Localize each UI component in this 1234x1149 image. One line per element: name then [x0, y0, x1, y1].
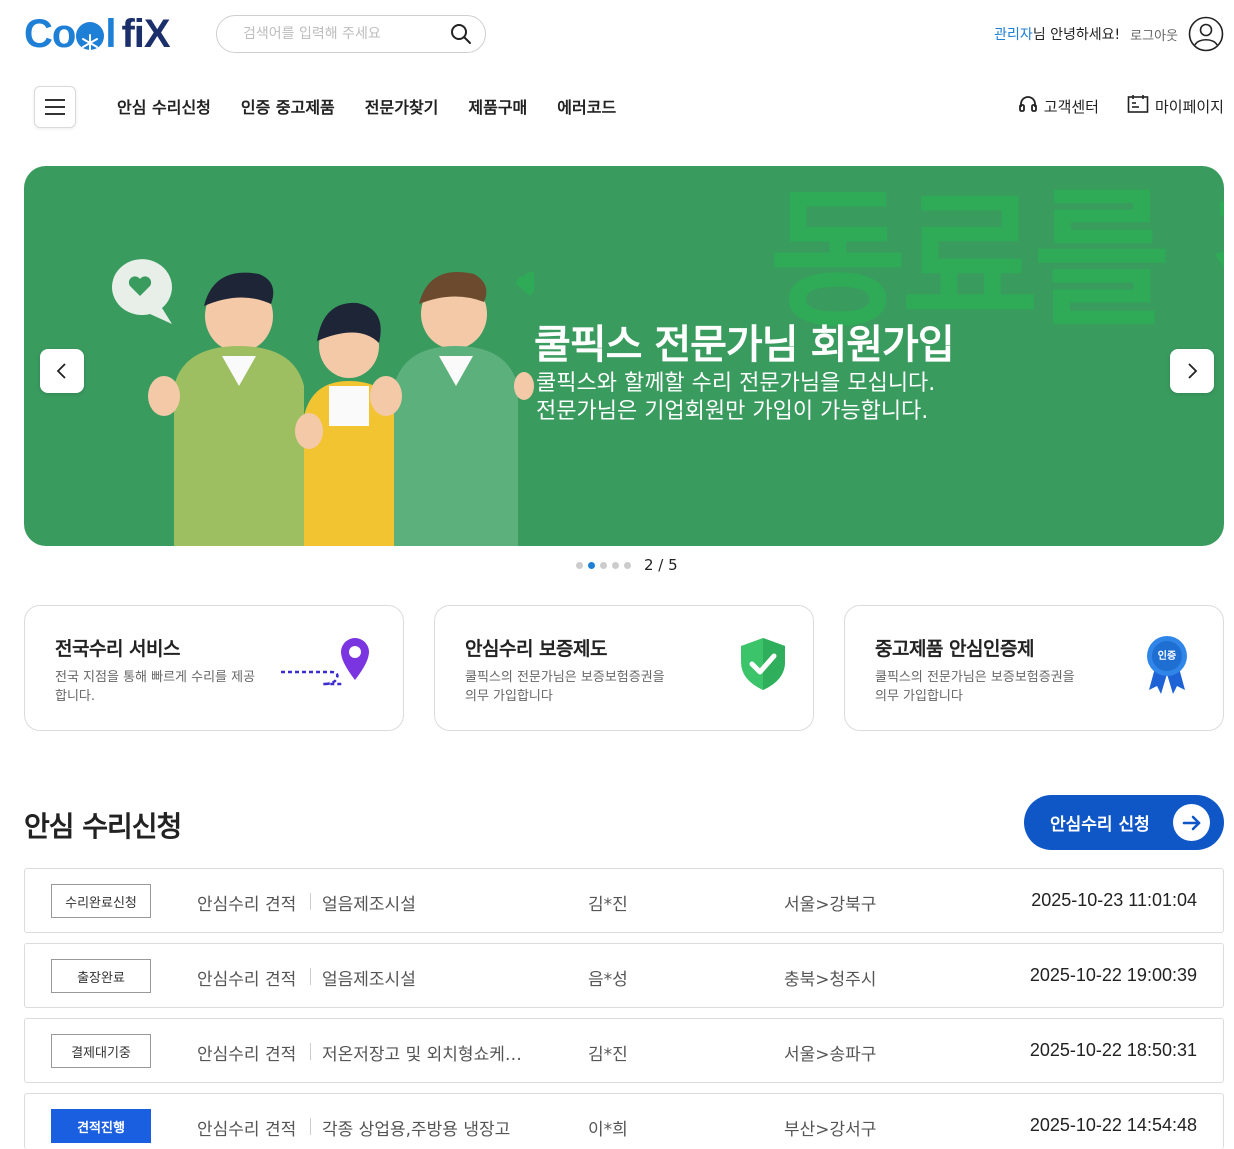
region: 부산>강서구: [784, 1120, 877, 1140]
feature-title: 전국수리 서비스: [55, 638, 180, 660]
status-badge: 결제대기중: [51, 1034, 151, 1068]
shield-check-icon: [741, 638, 785, 690]
location-pin-icon: [281, 638, 369, 686]
table-row[interactable]: 수리완료신청 안심수리 견적 얼음제조시설 김*진 서울>강북구 2025-10…: [24, 868, 1224, 933]
repair-item: 얼음제조시설: [322, 895, 416, 915]
customer-name: 음*성: [588, 970, 628, 990]
banner-prev-button[interactable]: [40, 349, 84, 393]
user-area: 관리자 님 안녕하세요! 로그아웃: [994, 15, 1224, 53]
feature-desc: 쿨픽스의 전문가님은 보증보험증권을 의무 가입합니다: [875, 670, 1075, 704]
customer-name: 김*진: [588, 1045, 628, 1065]
chevron-right-icon: [1188, 363, 1198, 379]
feature-card-nationwide: 전국수리 서비스 전국 지점을 통해 빠르게 수리를 제공합니다.: [24, 605, 404, 731]
customer-center-label: 고객센터: [1043, 97, 1099, 116]
certified-badge-icon: 인증: [1143, 634, 1191, 694]
repair-item: 얼음제조시설: [322, 970, 416, 990]
apply-repair-button[interactable]: 안심수리 신청: [1024, 795, 1224, 850]
request-date: 2025-10-22 19:00:39: [1029, 965, 1197, 985]
divider: [310, 1043, 311, 1060]
feature-desc: 전국 지점을 통해 빠르게 수리를 제공합니다.: [55, 670, 256, 704]
hamburger-icon[interactable]: [34, 86, 76, 128]
pager-dot[interactable]: [600, 561, 607, 569]
request-date: 2025-10-22 18:50:31: [1029, 1040, 1197, 1060]
arrow-right-icon: [1173, 804, 1210, 841]
divider: [310, 968, 311, 985]
region: 서울>강북구: [784, 895, 877, 915]
nav-item-buy[interactable]: 제품구매: [468, 94, 527, 118]
search-input[interactable]: [243, 26, 449, 42]
banner-next-button[interactable]: [1170, 349, 1214, 393]
experts-illustration: [111, 259, 534, 546]
repair-type: 안심수리 견적: [197, 895, 297, 915]
feature-card-guarantee: 안심수리 보증제도 쿨픽스의 전문가님은 보증보험증권을 의무 가입합니다: [434, 605, 814, 731]
request-date: 2025-10-23 11:01:04: [1031, 890, 1197, 910]
search-box: [216, 15, 486, 53]
admin-name: 관리자: [994, 27, 1033, 43]
table-row[interactable]: 결제대기중 안심수리 견적 저온저장고 및 외치형쇼케이스 김*진 서울>송파구…: [24, 1018, 1224, 1083]
chevron-left-icon: [56, 363, 66, 379]
hero-banner[interactable]: 동료를 찾습니다 쿨픽스 전문가님 회원가입 쿨픽스와 할께할 수리 전문가님을…: [24, 166, 1224, 546]
main-nav: 안심 수리신청 인증 중고제품 전문가찾기 제품구매 에러코드: [117, 94, 616, 118]
nav-item-expert[interactable]: 전문가찾기: [365, 94, 439, 118]
divider: [310, 893, 311, 910]
banner-subtitle-line-1: 쿨픽스와 할께할 수리 전문가님을 모십니다.: [536, 371, 936, 396]
logout-link[interactable]: 로그아웃: [1130, 25, 1178, 44]
headset-icon: [1018, 94, 1038, 118]
banner-title: 쿨픽스 전문가님 회원가입: [534, 322, 955, 368]
pager-dot[interactable]: [612, 561, 619, 569]
pager-dot[interactable]: [624, 561, 631, 569]
greeting-text: 님 안녕하세요!: [1032, 27, 1121, 43]
nav-item-error[interactable]: 에러코드: [557, 94, 616, 118]
feature-cards: 전국수리 서비스 전국 지점을 통해 빠르게 수리를 제공합니다. 안심수리 보…: [24, 605, 1224, 731]
section-title: 안심 수리신청: [24, 810, 182, 843]
utility-nav: 고객센터 마이페이지: [1018, 94, 1224, 118]
logo-text-2: l: [105, 11, 116, 56]
repair-item: 각종 상업용,주방용 냉장고: [322, 1120, 511, 1140]
apply-repair-label: 안심수리 신청: [1050, 815, 1150, 835]
slide-counter: 2 / 5: [644, 556, 678, 574]
nav-item-used[interactable]: 인증 중고제품: [241, 94, 335, 118]
certified-badge-text: 인증: [1157, 651, 1177, 662]
region: 충북>청주시: [784, 970, 877, 990]
user-icon[interactable]: [1188, 16, 1224, 52]
logo-text-3: fiX: [121, 11, 170, 56]
customer-name: 이*희: [588, 1120, 628, 1140]
nav-item-repair[interactable]: 안심 수리신청: [117, 94, 211, 118]
repair-item: 저온저장고 및 외치형쇼케이스: [322, 1045, 522, 1065]
status-badge: 수리완료신청: [51, 884, 151, 918]
logo[interactable]: Co l fiX: [24, 11, 171, 56]
snowflake-icon: [76, 22, 105, 52]
repair-type: 안심수리 견적: [197, 970, 297, 990]
repair-type: 안심수리 견적: [197, 1045, 297, 1065]
status-badge: 출장완료: [51, 959, 151, 993]
status-badge: 견적진행: [51, 1109, 151, 1143]
repair-type: 안심수리 견적: [197, 1120, 297, 1140]
pager-dot[interactable]: [576, 561, 583, 569]
mypage-label: 마이페이지: [1154, 97, 1224, 116]
region: 서울>송파구: [784, 1045, 877, 1065]
feature-desc: 쿨픽스의 전문가님은 보증보험증권을 의무 가입합니다: [465, 670, 665, 704]
table-row[interactable]: 견적진행 안심수리 견적 각종 상업용,주방용 냉장고 이*희 부산>강서구 2…: [24, 1093, 1224, 1149]
customer-name: 김*진: [588, 895, 628, 915]
request-date: 2025-10-22 14:54:48: [1029, 1115, 1197, 1135]
calendar-icon: [1127, 94, 1149, 118]
feature-title: 중고제품 안심인증제: [875, 638, 1034, 660]
banner-pagination: 2 / 5: [576, 556, 678, 574]
banner-subtitle: 쿨픽스와 할께할 수리 전문가님을 모십니다. 전문가님은 기업회원만 가입이 …: [536, 370, 935, 426]
feature-card-certified: 중고제품 안심인증제 쿨픽스의 전문가님은 보증보험증권을 의무 가입합니다 인…: [844, 605, 1224, 731]
mypage-link[interactable]: 마이페이지: [1127, 94, 1224, 118]
banner-subtitle-line-2: 전문가님은 기업회원만 가입이 가능합니다.: [536, 399, 929, 424]
table-row[interactable]: 출장완료 안심수리 견적 얼음제조시설 음*성 충북>청주시 2025-10-2…: [24, 943, 1224, 1008]
customer-center-link[interactable]: 고객센터: [1018, 94, 1099, 118]
feature-title: 안심수리 보증제도: [465, 638, 607, 660]
pager-dot-active[interactable]: [588, 561, 595, 569]
logo-text-1: Co: [24, 11, 76, 56]
search-icon[interactable]: [449, 22, 473, 46]
divider: [310, 1118, 311, 1135]
